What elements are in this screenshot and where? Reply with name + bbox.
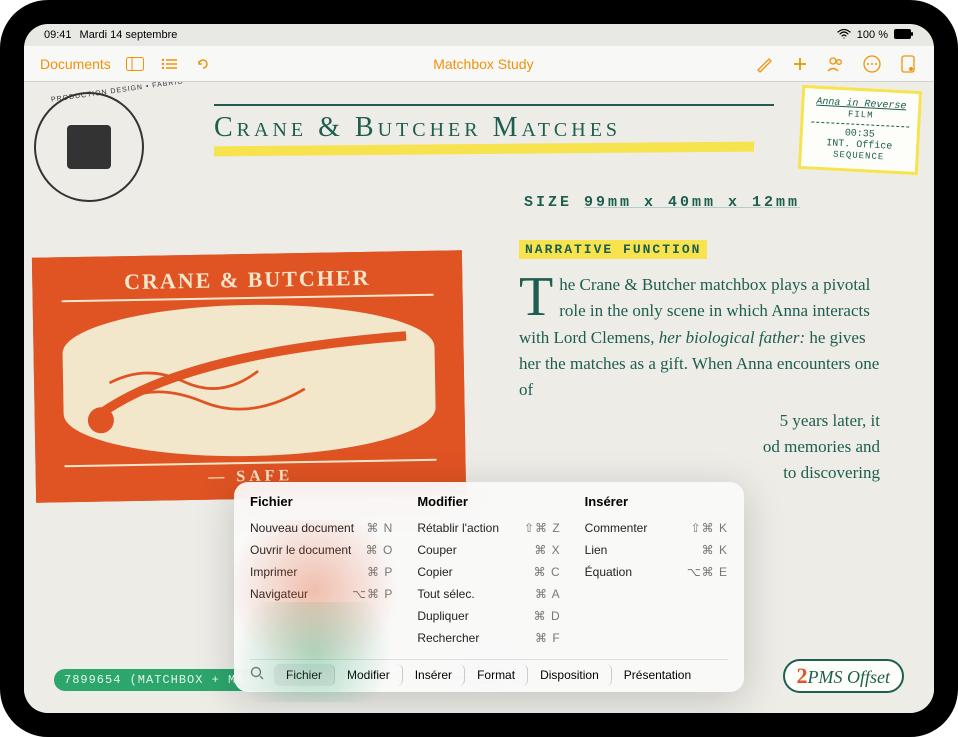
app-toolbar: Documents Matchbox Study bbox=[24, 46, 934, 82]
dropcap: T bbox=[519, 272, 559, 322]
shortcut-keys: ⇧⌘ Z bbox=[524, 521, 561, 535]
documents-button[interactable]: Documents bbox=[40, 56, 111, 72]
shortcut-label: Dupliquer bbox=[417, 609, 468, 623]
search-icon[interactable] bbox=[250, 666, 264, 685]
shortcut-keys: ⌘ A bbox=[535, 587, 561, 601]
brush-icon[interactable] bbox=[754, 54, 774, 74]
document-title[interactable]: Matchbox Study bbox=[213, 56, 754, 72]
shortcut-keys: ⌘ P bbox=[367, 565, 393, 579]
shortcut-column-header: Modifier bbox=[417, 494, 560, 509]
shortcut-keys: ⌘ C bbox=[534, 565, 561, 579]
matchbox-image: CRANE & BUTCHER — SAFE bbox=[32, 250, 466, 502]
status-time: 09:41 bbox=[44, 29, 72, 41]
matchbox-top-text: CRANE & BUTCHER bbox=[61, 264, 433, 302]
shortcut-label: Rechercher bbox=[417, 631, 479, 645]
size-value: 99mm x 40mm x 12mm bbox=[584, 194, 800, 211]
add-icon[interactable] bbox=[790, 54, 810, 74]
shortcuts-overlay: Fichier Nouveau document ⌘ N Ouvrir le docu… bbox=[234, 482, 744, 692]
title-top-rule bbox=[214, 104, 774, 106]
battery-icon bbox=[894, 29, 914, 42]
stamp-ring-text: PRODUCTION DESIGN • FABRIG • bbox=[51, 82, 191, 104]
offset-label: Offset bbox=[843, 667, 891, 687]
status-date: Mardi 14 septembre bbox=[80, 29, 178, 41]
shortcut-column-header: Insérer bbox=[585, 494, 728, 509]
shortcut-tab[interactable]: Insérer bbox=[403, 664, 465, 686]
shortcut-row[interactable]: Copier ⌘ C bbox=[417, 561, 560, 583]
screen: 09:41 Mardi 14 septembre 100 % Documents bbox=[24, 24, 934, 713]
shortcut-column: ModifierRétablir l'action⇧⌘ ZCouper⌘ XCo… bbox=[417, 494, 560, 649]
shortcut-row[interactable]: Tout sélec. ⌘ A bbox=[417, 583, 560, 605]
shortcut-label: Équation bbox=[585, 565, 632, 579]
shortcut-tab[interactable]: Modifier bbox=[335, 664, 403, 686]
size-label: SIZE bbox=[524, 194, 572, 211]
shortcut-label: Commenter bbox=[585, 521, 648, 535]
shortcuts-tabs: FichierModifierInsérerFormatDispositionP… bbox=[250, 659, 728, 686]
sticky-note[interactable]: Anna in Reverse FILM 00:35 INT. Office S… bbox=[798, 85, 922, 175]
shortcut-label: Copier bbox=[417, 565, 452, 579]
shortcut-row[interactable]: Nouveau document ⌘ N bbox=[250, 517, 393, 539]
shortcut-keys: ⌘ X bbox=[534, 543, 560, 557]
narrative-header: NARRATIVE FUNCTION bbox=[519, 240, 707, 259]
shortcut-keys: ⌥⌘ E bbox=[687, 565, 728, 579]
shortcut-row[interactable]: Lien ⌘ K bbox=[585, 539, 728, 561]
size-line: SIZE 99mm x 40mm x 12mm bbox=[524, 194, 800, 211]
shortcut-row[interactable]: Dupliquer ⌘ D bbox=[417, 605, 560, 627]
shortcut-keys: ⌘ F bbox=[535, 631, 561, 645]
shortcut-row[interactable]: Imprimer ⌘ P bbox=[250, 561, 393, 583]
narr-text-3a: 5 years later, it bbox=[780, 411, 880, 430]
pms-offset-badge: 2PMS Offset bbox=[783, 659, 905, 693]
status-bar: 09:41 Mardi 14 septembre 100 % bbox=[24, 24, 934, 46]
wifi-icon bbox=[837, 29, 851, 42]
shortcut-label: Couper bbox=[417, 543, 456, 557]
shortcut-row[interactable]: Navigateur ⌥⌘ P bbox=[250, 583, 393, 605]
ipad-frame: 09:41 Mardi 14 septembre 100 % Documents bbox=[0, 0, 958, 737]
narr-text-em: her biological father: bbox=[659, 328, 805, 347]
matchbox-art bbox=[62, 302, 436, 459]
shortcut-keys: ⌥⌘ P bbox=[352, 587, 393, 601]
narr-text-3c: to discovering bbox=[783, 463, 880, 482]
shortcut-column: Insérer Commenter ⇧⌘ K Lien ⌘ K Équation ⌥⌘ E bbox=[585, 494, 728, 649]
shortcut-row[interactable]: Équation ⌥⌘ E bbox=[585, 561, 728, 583]
shortcut-tab[interactable]: Fichier bbox=[274, 664, 335, 686]
shortcut-label: Tout sélec. bbox=[417, 587, 474, 601]
shortcut-label: Rétablir l'action bbox=[417, 521, 499, 535]
shortcut-label: Lien bbox=[585, 543, 608, 557]
shortcut-keys: ⌘ N bbox=[366, 521, 393, 535]
shortcut-keys: ⌘ O bbox=[366, 543, 394, 557]
document-canvas[interactable]: PRODUCTION DESIGN • FABRIG • Crane & But… bbox=[24, 82, 934, 713]
shortcut-label: Ouvrir le document bbox=[250, 543, 351, 557]
page-settings-icon[interactable] bbox=[898, 54, 918, 74]
shortcut-column-header: Fichier bbox=[250, 494, 393, 509]
shortcut-keys: ⌘ K bbox=[702, 543, 728, 557]
shortcut-tab[interactable]: Format bbox=[465, 664, 528, 686]
pms-num: 2 bbox=[797, 663, 808, 688]
pms-label: PMS bbox=[808, 667, 843, 687]
shortcut-label: Imprimer bbox=[250, 565, 297, 579]
shortcut-row[interactable]: Ouvrir le document ⌘ O bbox=[250, 539, 393, 561]
shortcut-keys: ⌘ D bbox=[534, 609, 561, 623]
shortcuts-columns: Fichier Nouveau document ⌘ N Ouvrir le docu… bbox=[250, 494, 728, 649]
shortcut-row[interactable]: Couper ⌘ X bbox=[417, 539, 560, 561]
collaborate-icon[interactable] bbox=[826, 54, 846, 74]
more-icon[interactable] bbox=[862, 54, 882, 74]
shortcut-label: Nouveau document bbox=[250, 521, 354, 535]
shortcut-keys: ⇧⌘ K bbox=[691, 521, 728, 535]
shortcut-row[interactable]: Rétablir l'action ⇧⌘ Z bbox=[417, 517, 560, 539]
battery-percent: 100 % bbox=[857, 29, 888, 41]
narrative-body[interactable]: T he Crane & Butcher matchbox plays a pi… bbox=[519, 272, 884, 487]
sidebar-icon[interactable] bbox=[125, 54, 145, 74]
undo-icon[interactable] bbox=[193, 54, 213, 74]
narr-text-3b: od memories and bbox=[763, 437, 880, 456]
shortcut-label: Navigateur bbox=[250, 587, 308, 601]
production-stamp: PRODUCTION DESIGN • FABRIG • bbox=[27, 85, 151, 209]
shortcut-row[interactable]: Commenter ⇧⌘ K bbox=[585, 517, 728, 539]
list-icon[interactable] bbox=[159, 54, 179, 74]
shortcut-tab[interactable]: Présentation bbox=[612, 664, 703, 686]
doc-heading: Crane & Butcher Matches bbox=[214, 112, 754, 144]
shortcut-tab[interactable]: Disposition bbox=[528, 664, 612, 686]
shortcut-column: Fichier Nouveau document ⌘ N Ouvrir le docu… bbox=[250, 494, 393, 649]
shortcut-row[interactable]: Rechercher ⌘ F bbox=[417, 627, 560, 649]
